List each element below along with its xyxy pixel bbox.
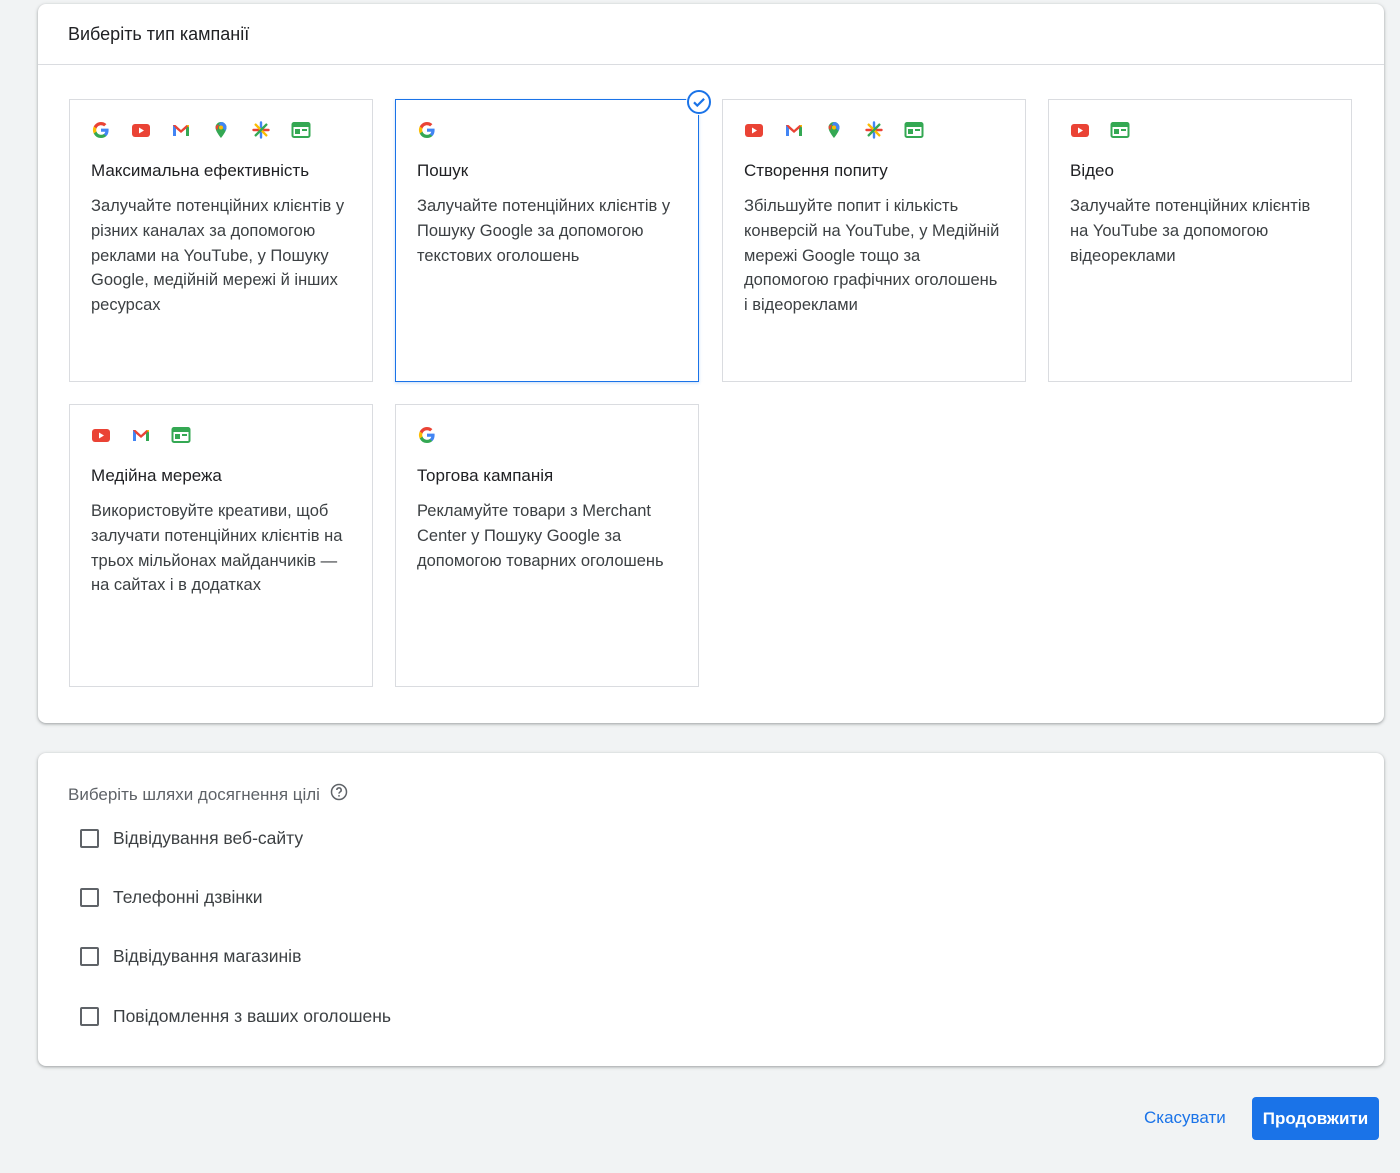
display-icon [1110, 120, 1130, 140]
google-icon [417, 425, 437, 445]
gmail-icon [131, 425, 151, 445]
card-description: Рекламуйте товари з Merchant Center у По… [417, 502, 664, 570]
discover-icon [251, 120, 271, 140]
goal-label: Відвідування магазинів [113, 946, 302, 966]
goals-label: Виберіть шляхи досягнення цілі [68, 783, 348, 806]
card-icons [417, 425, 677, 445]
checkbox[interactable] [80, 888, 99, 907]
goal-website-visits[interactable]: Відвідування веб-сайту [80, 828, 303, 849]
campaign-card-demand-gen[interactable]: Створення попиту Збільшуйте попит і кіль… [722, 99, 1026, 382]
card-icons [417, 120, 677, 140]
card-description: Збільшуйте попит і кількість конверсій н… [744, 197, 1000, 315]
google-icon [91, 120, 111, 140]
display-icon [904, 120, 924, 140]
campaign-card-search[interactable]: Пошук Залучайте потенційних клієнтів у П… [395, 89, 712, 382]
gmail-icon [171, 120, 191, 140]
goal-label: Повідомлення з ваших оголошень [113, 1006, 392, 1026]
goals-panel: Виберіть шляхи досягнення цілі Відвідува… [38, 753, 1384, 1066]
card-icons [91, 425, 351, 445]
campaign-card-shopping[interactable]: Торгова кампанія Рекламуйте товари з Mer… [395, 404, 699, 687]
campaign-card-performance-max[interactable]: Максимальна ефективність Залучайте потен… [69, 99, 373, 382]
goals-label-text: Виберіть шляхи досягнення цілі [68, 784, 320, 804]
maps-icon [824, 120, 844, 140]
checkbox[interactable] [80, 947, 99, 966]
card-description: Використовуйте креативи, щоб залучати по… [91, 502, 343, 595]
card-description: Залучайте потенційних клієнтів у Пошуку … [417, 197, 671, 265]
card-description: Залучайте потенційних клієнтів на YouTub… [1070, 197, 1311, 265]
card-title: Торгова кампанія [417, 466, 554, 485]
cancel-button[interactable]: Скасувати [1134, 1098, 1236, 1138]
campaign-card-video[interactable]: Відео Залучайте потенційних клієнтів на … [1048, 99, 1352, 382]
goal-store-visits[interactable]: Відвідування магазинів [80, 946, 301, 967]
google-icon [417, 120, 437, 140]
card-icons [91, 120, 351, 140]
campaign-card-display[interactable]: Медійна мережа Використовуйте креативи, … [69, 404, 373, 687]
gmail-icon [784, 120, 804, 140]
panel-title: Виберіть тип кампанії [38, 4, 1384, 65]
card-icons [1070, 120, 1330, 140]
continue-button[interactable]: Продовжити [1252, 1097, 1379, 1140]
card-title: Медійна мережа [91, 466, 222, 485]
card-title: Відео [1070, 161, 1114, 180]
selected-check-icon [686, 89, 712, 115]
campaign-type-panel: Виберіть тип кампанії Максимальна ефекти… [38, 4, 1384, 723]
youtube-icon [744, 120, 764, 140]
card-title: Пошук [417, 161, 469, 180]
card-title: Створення попиту [744, 161, 888, 180]
youtube-icon [91, 425, 111, 445]
display-icon [171, 425, 191, 445]
card-title: Максимальна ефективність [91, 161, 310, 180]
youtube-icon [131, 120, 151, 140]
help-icon[interactable] [330, 783, 348, 806]
checkbox[interactable] [80, 829, 99, 848]
discover-icon [864, 120, 884, 140]
goal-label: Телефонні дзвінки [113, 887, 263, 907]
card-icons [744, 120, 1004, 140]
maps-icon [211, 120, 231, 140]
youtube-icon [1070, 120, 1090, 140]
card-description: Залучайте потенційних клієнтів у різних … [91, 197, 345, 315]
display-icon [291, 120, 311, 140]
goal-phone-calls[interactable]: Телефонні дзвінки [80, 887, 263, 908]
goal-label: Відвідування веб-сайту [113, 828, 304, 848]
goal-lead-form-messages[interactable]: Повідомлення з ваших оголошень [80, 1006, 391, 1027]
checkbox[interactable] [80, 1007, 99, 1026]
